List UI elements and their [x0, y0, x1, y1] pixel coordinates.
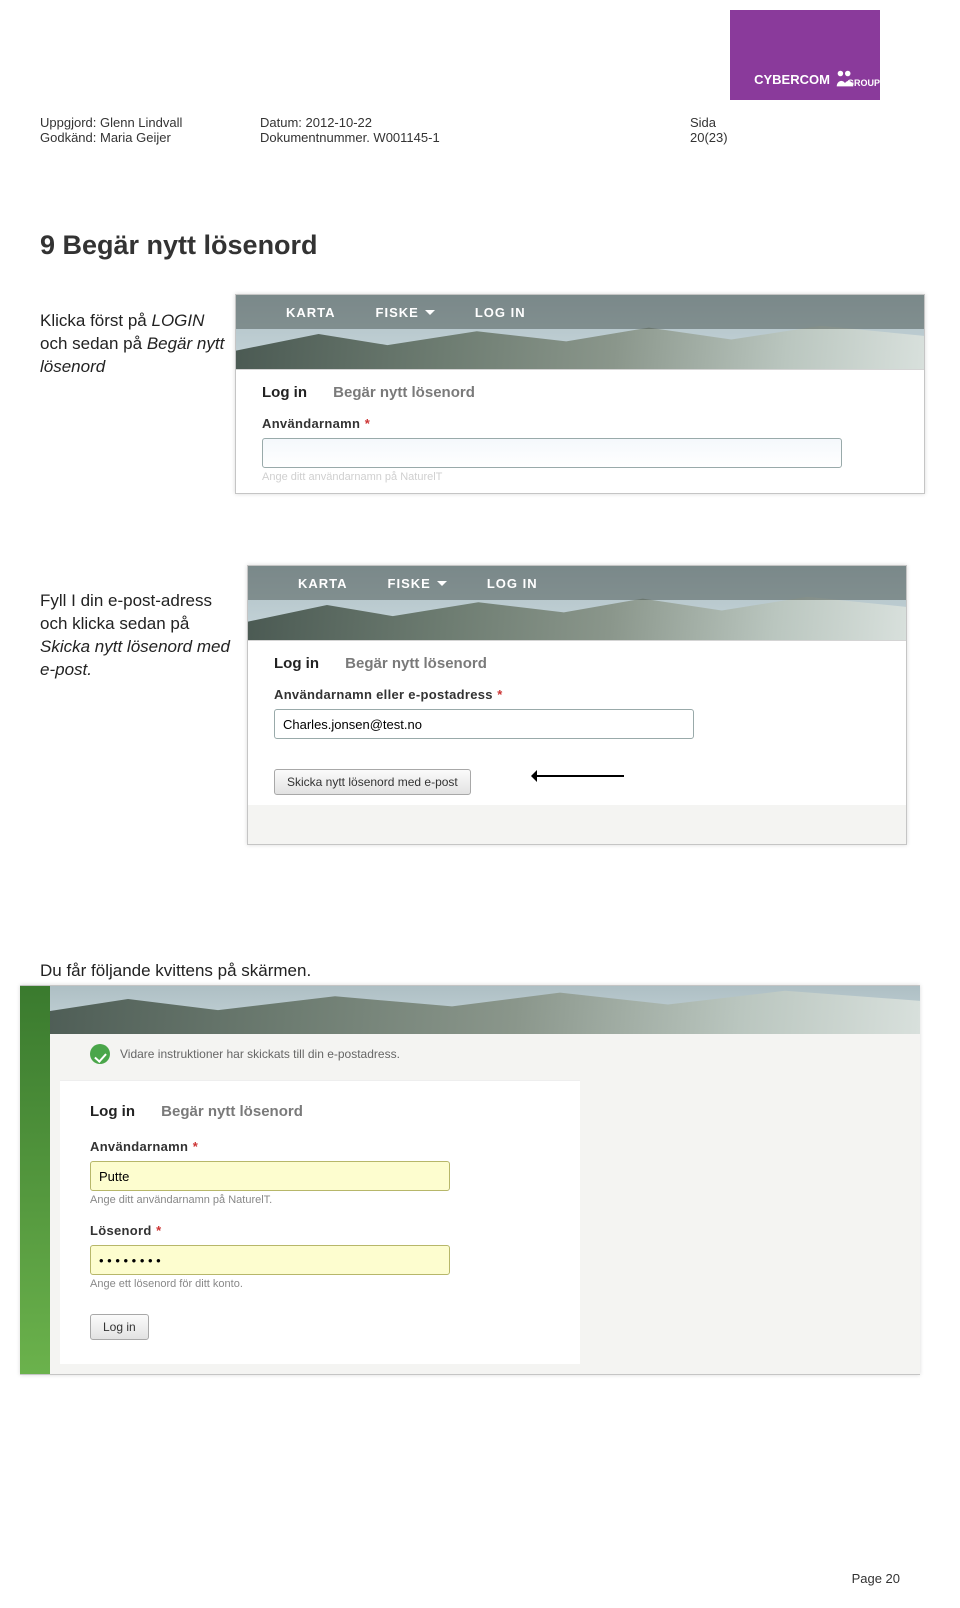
nav-login-2[interactable]: LOG IN [487, 576, 538, 591]
confirmation-message: Vidare instruktioner har skickats till d… [20, 1034, 920, 1068]
tab-reset-3[interactable]: Begär nytt lösenord [161, 1103, 303, 1120]
auth-tabs-3: Log in Begär nytt lösenord [90, 1103, 558, 1120]
docnr-line: Dokumentnummer. W001145-1 [260, 130, 520, 145]
username-input-confirm[interactable] [90, 1161, 450, 1191]
username-label-3: Användarnamn [90, 1139, 188, 1154]
username-hint-3: Ange ditt användarnamn på NaturelT. [90, 1194, 558, 1206]
instruction-1: Klicka först på LOGIN och sedan på Begär… [40, 310, 240, 379]
tab-reset[interactable]: Begär nytt lösenord [333, 384, 475, 401]
document-meta: Uppgjord: Glenn Lindvall Godkänd: Maria … [40, 115, 900, 145]
page-label: Sida [690, 115, 900, 130]
green-sidebar-stripe [20, 986, 50, 1374]
section-heading: 9 Begär nytt lösenord [40, 230, 318, 261]
confirm-text: Vidare instruktioner har skickats till d… [120, 1047, 400, 1061]
username-label: Användarnamn [262, 416, 360, 431]
author-line: Uppgjord: Glenn Lindvall [40, 115, 260, 130]
nav-karta-2[interactable]: KARTA [298, 576, 348, 591]
send-reset-button[interactable]: Skicka nytt lösenord med e-post [274, 769, 471, 795]
login-button[interactable]: Log in [90, 1314, 149, 1340]
tab-login-2[interactable]: Log in [274, 655, 319, 672]
username-or-email-label: Användarnamn eller e-postadress [274, 687, 493, 702]
screenshot-reset-form: KARTA FISKE LOG IN Log in Begär nytt lös… [247, 565, 907, 845]
username-input[interactable] [262, 438, 842, 468]
required-marker-2: * [497, 687, 502, 702]
nav-bar: KARTA FISKE LOG IN [236, 295, 924, 329]
nav-bar-2: KARTA FISKE LOG IN [248, 566, 906, 600]
username-hint: Ange ditt användarnamn på NaturelT [262, 471, 898, 483]
success-check-icon [90, 1044, 110, 1064]
password-label: Lösenord [90, 1223, 152, 1238]
tab-login-3[interactable]: Log in [90, 1103, 135, 1120]
nav-login[interactable]: LOG IN [475, 305, 526, 320]
pointer-arrow-icon [534, 775, 624, 777]
logo-text: CYBERCOM [754, 72, 830, 87]
page-footer: Page 20 [852, 1571, 900, 1586]
instruction-3: Du får följande kvittens på skärmen. [40, 960, 440, 983]
required-marker-4: * [156, 1223, 161, 1238]
auth-tabs: Log in Begär nytt lösenord [262, 384, 898, 401]
tab-login[interactable]: Log in [262, 384, 307, 401]
page-number: 20(23) [690, 130, 900, 145]
approver-line: Godkänd: Maria Geijer [40, 130, 260, 145]
password-input[interactable] [90, 1245, 450, 1275]
password-hint: Ange ett lösenord för ditt konto. [90, 1278, 558, 1290]
logo-subtext: GROUP [847, 78, 880, 88]
tab-reset-2[interactable]: Begär nytt lösenord [345, 655, 487, 672]
nav-fiske[interactable]: FISKE [376, 305, 435, 320]
screenshot-login-tab: KARTA FISKE LOG IN Log in Begär nytt lös… [235, 294, 925, 494]
instruction-2: Fyll I din e-post-adress och klicka seda… [40, 590, 240, 682]
date-line: Datum: 2012-10-22 [260, 115, 520, 130]
required-marker: * [365, 416, 370, 431]
required-marker-3: * [193, 1139, 198, 1154]
screenshot-confirmation: Vidare instruktioner har skickats till d… [20, 985, 920, 1375]
nav-fiske-2[interactable]: FISKE [388, 576, 447, 591]
nav-karta[interactable]: KARTA [286, 305, 336, 320]
auth-tabs-2: Log in Begär nytt lösenord [274, 655, 880, 672]
email-input[interactable] [274, 709, 694, 739]
